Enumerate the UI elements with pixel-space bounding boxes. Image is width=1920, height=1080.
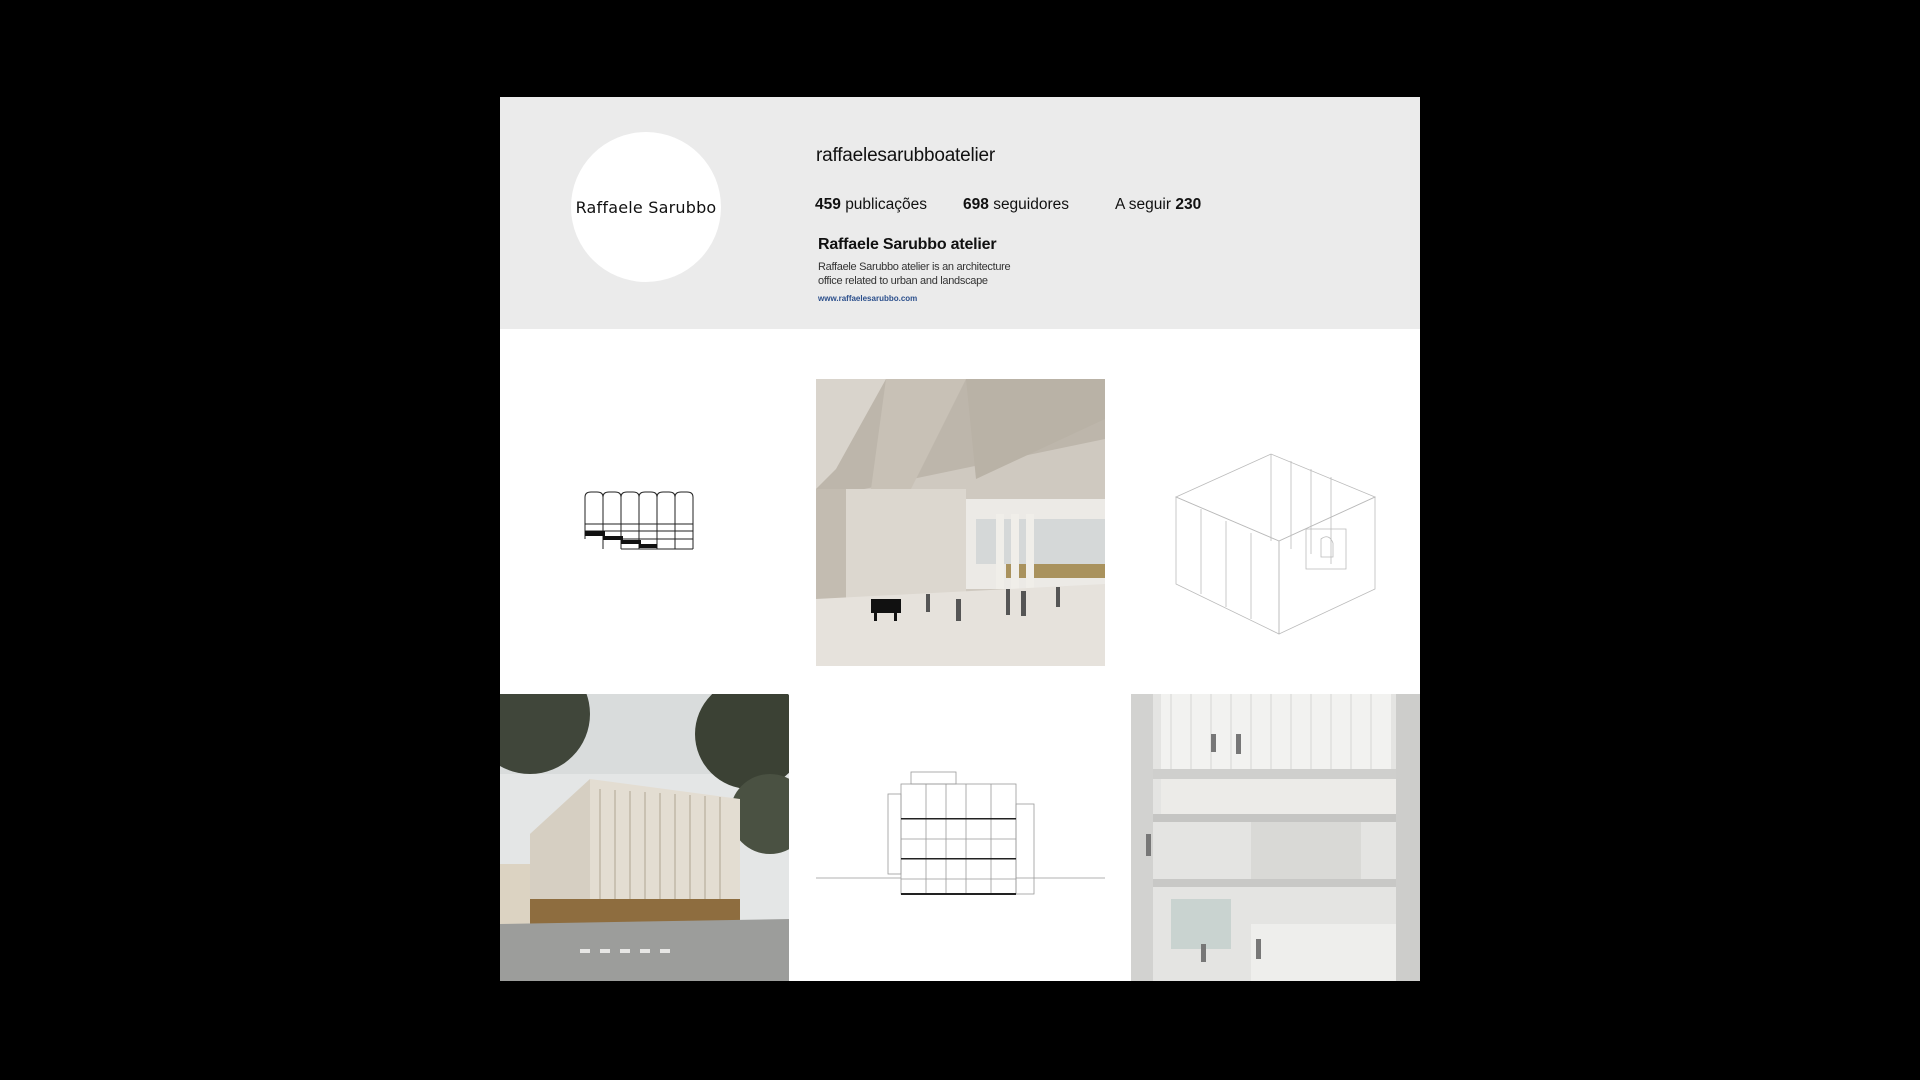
followers-label: seguidores	[993, 196, 1070, 213]
bio-line-2: office related to urban and landscape	[818, 275, 988, 287]
profile-avatar[interactable]: Raffaele Sarubbo	[571, 132, 721, 282]
following-count: 230	[1175, 196, 1202, 213]
followers-count: 698	[963, 196, 989, 213]
atrium-interior-image	[1131, 694, 1420, 981]
section-drawing-image	[816, 771, 1105, 895]
followers-count-stat[interactable]: 698 seguidores	[963, 196, 1069, 214]
instagram-profile-mockup: Raffaele Sarubbo raffaelesarubboatelier …	[500, 97, 1420, 981]
following-label: A seguir	[1115, 196, 1172, 213]
avatar-logo-text: Raffaele Sarubbo	[575, 197, 717, 217]
profile-display-name: Raffaele Sarubbo atelier	[818, 236, 997, 253]
profile-website-link[interactable]: www.raffaelesarubbo.com	[818, 294, 917, 303]
building-exterior-image	[500, 694, 789, 981]
post-atrium-interior-render[interactable]	[1131, 694, 1420, 981]
post-concert-hall-interior-render[interactable]	[816, 379, 1105, 666]
posts-count-stat[interactable]: 459 publicações	[815, 196, 927, 214]
post-bathroom-axonometric-drawing[interactable]	[1131, 379, 1420, 666]
bio-line-1: Raffaele Sarubbo atelier is an architect…	[818, 261, 1011, 273]
post-building-section-drawing[interactable]	[816, 694, 1105, 981]
posts-label: publicações	[845, 196, 928, 213]
elevation-drawing-image	[584, 491, 694, 550]
following-count-stat[interactable]: A seguir 230	[1115, 196, 1201, 214]
profile-username[interactable]: raffaelesarubboatelier	[816, 145, 995, 167]
post-arch-elevation-drawing[interactable]	[500, 379, 789, 666]
profile-header: Raffaele Sarubbo raffaelesarubboatelier …	[500, 97, 1420, 329]
profile-bio: Raffaele Sarubbo atelier is an architect…	[818, 260, 1048, 288]
axonometric-drawing-image	[1175, 453, 1377, 635]
post-building-exterior-render[interactable]	[500, 694, 789, 981]
concert-hall-image	[816, 379, 1105, 666]
posts-count: 459	[815, 196, 841, 213]
